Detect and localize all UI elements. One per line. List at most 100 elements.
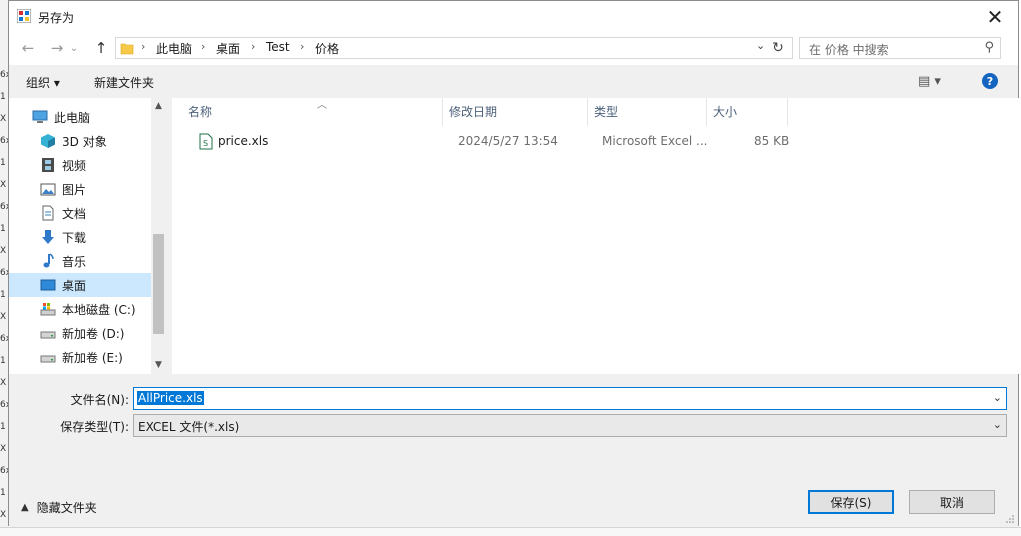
picture-icon xyxy=(40,183,56,196)
tree-item-drive-e[interactable]: 新加卷 (E:) xyxy=(9,345,166,369)
filetype-label: 保存类型(T): xyxy=(60,420,129,434)
tree-item-this-pc[interactable]: 此电脑 xyxy=(9,105,166,129)
breadcrumb-price[interactable]: 价格 xyxy=(315,40,339,57)
tree-item-label: 新加卷 (D:) xyxy=(62,326,125,341)
column-header-name[interactable]: 名称 xyxy=(182,98,443,126)
app-icon xyxy=(17,9,31,23)
excel-file-icon: S xyxy=(199,133,213,150)
address-bar[interactable]: › 此电脑 › 桌面 › Test › 价格 ⌄ xyxy=(115,37,793,59)
bg-glyph: X xyxy=(0,180,7,190)
chevron-right-icon: › xyxy=(141,40,146,53)
column-header-label: 修改日期 xyxy=(449,105,498,119)
column-header-size[interactable]: 大小 xyxy=(707,98,788,126)
tree-item-pictures[interactable]: 图片 xyxy=(9,177,166,201)
bg-glyph: 1 xyxy=(0,158,6,168)
tree-item-label: 此电脑 xyxy=(54,110,91,125)
tree-item-label: 3D 对象 xyxy=(62,134,107,149)
hide-folders-label: 隐藏文件夹 xyxy=(36,501,97,515)
help-icon[interactable]: ? xyxy=(982,73,998,89)
scroll-thumb[interactable] xyxy=(153,234,164,334)
tree-item-music[interactable]: 音乐 xyxy=(9,249,166,273)
drive-icon xyxy=(40,331,56,339)
tree-item-documents[interactable]: 文档 xyxy=(9,201,166,225)
tree-item-label: 新加卷 (E:) xyxy=(62,350,123,365)
tree-item-label: 文档 xyxy=(62,206,87,221)
organize-button[interactable]: 组织 ▾ xyxy=(26,74,60,91)
search-placeholder: 在 价格 中搜索 xyxy=(809,43,889,57)
new-folder-button[interactable]: 新建文件夹 xyxy=(94,74,154,91)
file-type: Microsoft Excel ... xyxy=(602,134,708,148)
tree-item-desktop[interactable]: 桌面 xyxy=(9,273,166,297)
tree-item-downloads[interactable]: 下载 xyxy=(9,225,166,249)
bg-glyph: 6x xyxy=(0,202,8,212)
close-button[interactable]: ✕ xyxy=(972,1,1018,32)
tree-item-label: 本地磁盘 (C:) xyxy=(62,302,136,317)
bg-glyph: X xyxy=(0,246,7,256)
column-header-label: 大小 xyxy=(713,105,738,119)
navigation-bar: ← → ⌄ ↑ › 此电脑 › 桌面 › Test › 价格 ⌄ 在 价格 中搜… xyxy=(9,32,1018,65)
tree-item-3d-objects[interactable]: 3D 对象 xyxy=(9,129,166,153)
file-size: 85 KB xyxy=(754,134,790,148)
breadcrumb-test[interactable]: Test xyxy=(266,40,290,54)
tree-item-drive-d[interactable]: 新加卷 (D:) xyxy=(9,321,166,345)
save-form: 文件名(N): AllPrice.xls ⌄ 保存类型(T): EXCEL 文件… xyxy=(9,374,1018,527)
scroll-down-icon[interactable]: ▼ xyxy=(151,360,166,374)
bg-glyph: 6x xyxy=(0,466,8,476)
forward-button[interactable]: → xyxy=(46,38,68,58)
search-box[interactable]: 在 价格 中搜索 ⚲ xyxy=(799,37,1001,59)
dialog-title: 另存为 xyxy=(38,11,75,25)
column-header-type[interactable]: 类型 xyxy=(588,98,707,126)
refresh-button[interactable]: ↻ xyxy=(768,39,788,57)
title-bar: 另存为 ✕ xyxy=(9,1,1018,32)
file-modified: 2024/5/27 13:54 xyxy=(458,134,558,148)
column-header-label: 类型 xyxy=(594,105,619,119)
column-header-modified[interactable]: 修改日期 xyxy=(443,98,588,126)
table-row[interactable]: S price.xls 2024/5/27 13:54 Microsoft Ex… xyxy=(190,130,790,154)
command-bar: 组织 ▾ 新建文件夹 ▤ ▾ ? xyxy=(9,65,1018,98)
folder-icon xyxy=(120,43,134,55)
chevron-down-icon: ⌄ xyxy=(992,418,1002,431)
search-icon: ⚲ xyxy=(984,40,994,55)
arrow-up-icon: ↑ xyxy=(94,39,108,57)
scroll-up-icon[interactable]: ▲ xyxy=(151,101,166,115)
up-button[interactable]: ↑ xyxy=(90,38,112,58)
cancel-button[interactable]: 取消 xyxy=(909,490,995,514)
chevron-right-icon: › xyxy=(300,40,305,53)
bg-glyph: 6x xyxy=(0,70,8,80)
chevron-down-icon: ⌄ xyxy=(69,42,79,54)
breadcrumb-desktop[interactable]: 桌面 xyxy=(216,40,240,57)
file-name: price.xls xyxy=(218,134,269,148)
tree-item-drive-c[interactable]: 本地磁盘 (C:) xyxy=(9,297,166,321)
download-arrow-icon xyxy=(42,230,54,244)
drive-icon xyxy=(40,355,56,363)
tree-scrollbar[interactable]: ▲ ▼ xyxy=(151,98,166,374)
breadcrumb-this-pc[interactable]: 此电脑 xyxy=(156,40,192,57)
arrow-right-icon: → xyxy=(50,39,64,57)
music-note-icon xyxy=(43,253,54,268)
back-button[interactable]: ← xyxy=(17,38,39,58)
bg-glyph: 1 xyxy=(0,422,6,432)
save-button[interactable]: 保存(S) xyxy=(808,490,894,514)
recent-locations-button[interactable]: ⌄ xyxy=(67,38,81,58)
filetype-select[interactable]: EXCEL 文件(*.xls) ⌄ xyxy=(133,414,1007,437)
tree-item-videos[interactable]: 视频 xyxy=(9,153,166,177)
view-options-icon[interactable]: ▤ ▾ xyxy=(918,74,941,89)
filename-label: 文件名(N): xyxy=(70,393,129,407)
filename-input[interactable]: AllPrice.xls ⌄ xyxy=(133,387,1007,410)
svg-text:S: S xyxy=(203,139,208,148)
close-icon: ✕ xyxy=(986,4,1004,29)
filetype-value: EXCEL 文件(*.xls) xyxy=(138,420,240,434)
address-dropdown-icon[interactable]: ⌄ xyxy=(756,39,765,52)
bg-glyph: 6x xyxy=(0,334,8,344)
tree-item-label: 图片 xyxy=(62,182,87,197)
chevron-down-icon[interactable]: ⌄ xyxy=(993,391,1002,404)
bg-glyph: X xyxy=(0,444,7,454)
resize-grip-icon[interactable] xyxy=(1005,514,1015,524)
hide-folders-toggle[interactable]: ▲ 隐藏文件夹 xyxy=(21,499,97,516)
film-icon xyxy=(42,158,54,172)
tree-item-label: 音乐 xyxy=(62,254,87,269)
filename-value: AllPrice.xls xyxy=(137,391,204,405)
bg-glyph: 6x xyxy=(0,400,8,410)
chevron-up-icon: ▲ xyxy=(21,502,29,513)
computer-icon xyxy=(32,110,48,123)
